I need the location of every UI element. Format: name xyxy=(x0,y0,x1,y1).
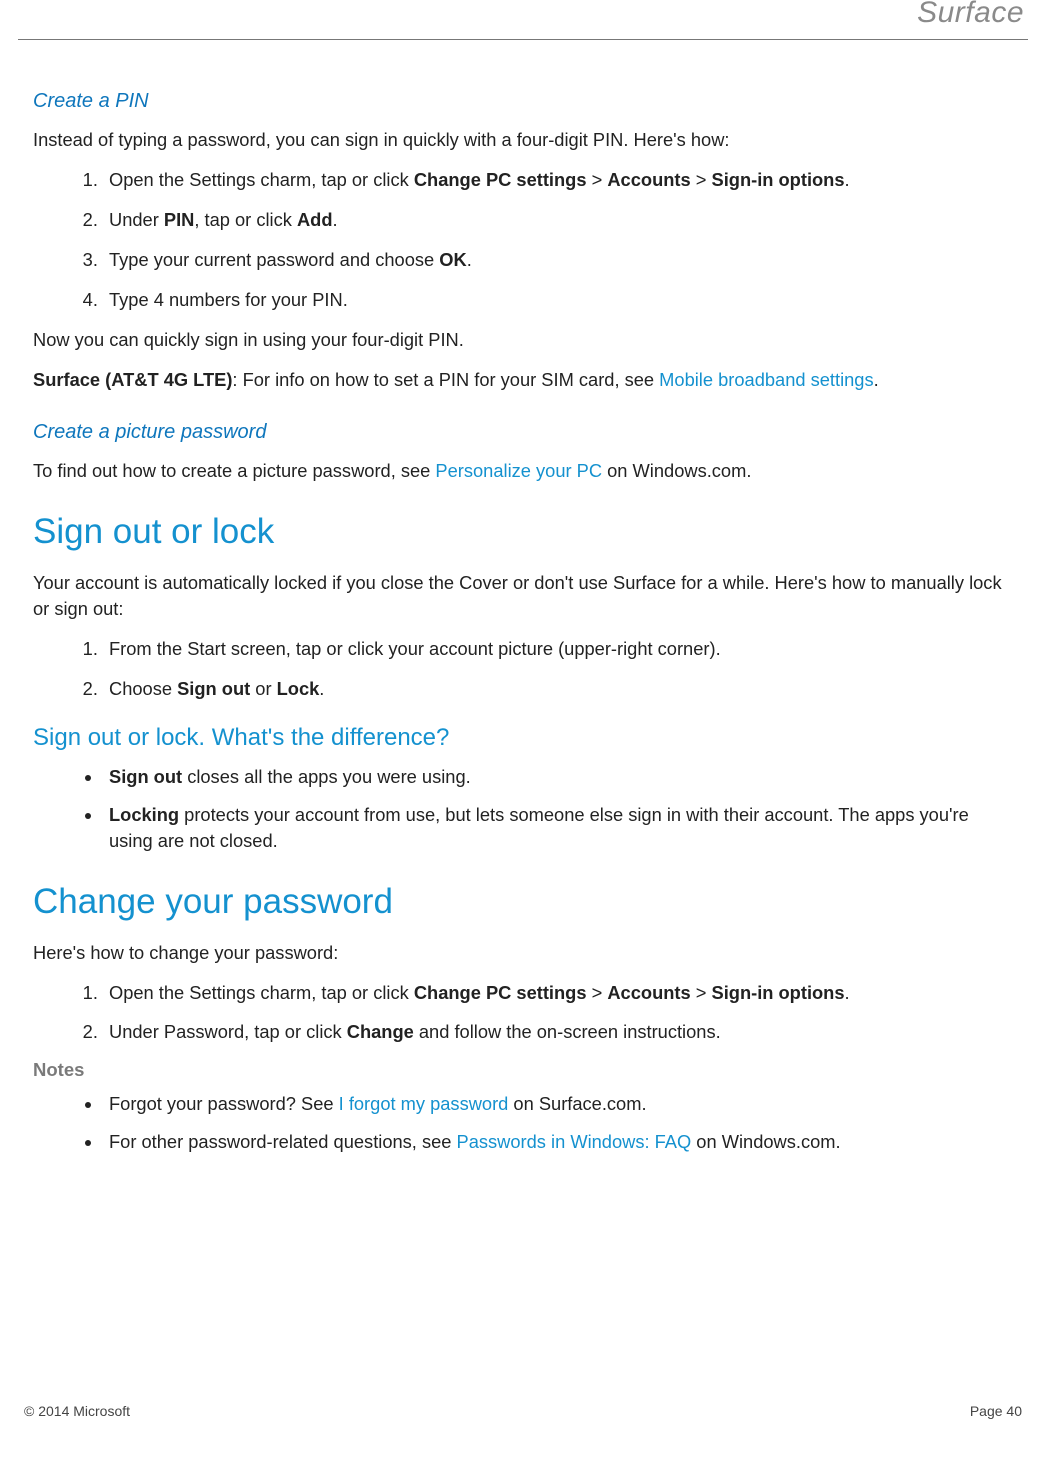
link-forgot-password[interactable]: I forgot my password xyxy=(339,1093,509,1114)
text: closes all the apps you were using. xyxy=(182,766,471,787)
bold: Accounts xyxy=(607,169,690,190)
text: or xyxy=(250,678,276,699)
text: Under Password, tap or click xyxy=(109,1021,347,1042)
page-header: Surface xyxy=(18,0,1028,40)
list-item: Type 4 numbers for your PIN. xyxy=(103,287,1013,313)
bold: Change xyxy=(347,1021,414,1042)
page-content: Create a PIN Instead of typing a passwor… xyxy=(0,40,1046,1429)
text: Open the Settings charm, tap or click xyxy=(109,169,414,190)
bold: Sign-in options xyxy=(712,169,845,190)
link-mobile-broadband[interactable]: Mobile broadband settings xyxy=(659,369,873,390)
text: on Surface.com. xyxy=(508,1093,646,1114)
signout-difference-list: Sign out closes all the apps you were us… xyxy=(33,764,1013,854)
text: > xyxy=(691,169,712,190)
heading-change-password: Change your password xyxy=(33,882,1013,922)
notes-label: Notes xyxy=(33,1059,1013,1081)
list-item: For other password-related questions, se… xyxy=(103,1129,1013,1155)
bold: Add xyxy=(297,209,333,230)
footer-copyright: © 2014 Microsoft xyxy=(24,1403,130,1419)
link-passwords-faq[interactable]: Passwords in Windows: FAQ xyxy=(457,1131,692,1152)
list-item: Choose Sign out or Lock. xyxy=(103,676,1013,702)
heading-sign-out-lock: Sign out or lock xyxy=(33,512,1013,552)
bold: PIN xyxy=(164,209,194,230)
notes-list: Forgot your password? See I forgot my pa… xyxy=(33,1091,1013,1155)
pin-steps: Open the Settings charm, tap or click Ch… xyxy=(33,167,1013,313)
bold: Change PC settings xyxy=(414,169,587,190)
text: . xyxy=(319,678,324,699)
pin-lte-note: Surface (AT&T 4G LTE): For info on how t… xyxy=(33,367,1013,393)
signout-steps: From the Start screen, tap or click your… xyxy=(33,636,1013,702)
bold: Sign-in options xyxy=(712,982,845,1003)
picture-password-text: To find out how to create a picture pass… xyxy=(33,458,1013,484)
text: : For info on how to set a PIN for your … xyxy=(232,369,659,390)
bold: Sign out xyxy=(177,678,250,699)
bold: Accounts xyxy=(607,982,690,1003)
text: Open the Settings charm, tap or click xyxy=(109,982,414,1003)
text: . xyxy=(874,369,879,390)
list-item: Locking protects your account from use, … xyxy=(103,802,1013,854)
text: > xyxy=(587,169,608,190)
footer-page-number: Page 40 xyxy=(970,1403,1022,1419)
text: , tap or click xyxy=(194,209,297,230)
text: and follow the on-screen instructions. xyxy=(414,1021,721,1042)
signout-intro: Your account is automatically locked if … xyxy=(33,570,1013,622)
change-intro: Here's how to change your password: xyxy=(33,940,1013,966)
change-steps: Open the Settings charm, tap or click Ch… xyxy=(33,980,1013,1046)
bold: Lock xyxy=(277,678,320,699)
list-item: Forgot your password? See I forgot my pa… xyxy=(103,1091,1013,1117)
list-item: Open the Settings charm, tap or click Ch… xyxy=(103,167,1013,193)
pin-after: Now you can quickly sign in using your f… xyxy=(33,327,1013,353)
text: Choose xyxy=(109,678,177,699)
bold: Locking xyxy=(109,804,179,825)
text: . xyxy=(467,249,472,270)
heading-signout-difference: Sign out or lock. What's the difference? xyxy=(33,724,1013,752)
text: For other password-related questions, se… xyxy=(109,1131,457,1152)
text: on Windows.com. xyxy=(691,1131,840,1152)
heading-create-pin: Create a PIN xyxy=(33,90,1013,113)
text: Forgot your password? See xyxy=(109,1093,339,1114)
bold: Change PC settings xyxy=(414,982,587,1003)
text: on Windows.com. xyxy=(602,460,751,481)
bold: Sign out xyxy=(109,766,182,787)
list-item: Under Password, tap or click Change and … xyxy=(103,1019,1013,1045)
text: . xyxy=(845,982,850,1003)
text: protects your account from use, but lets… xyxy=(109,804,969,851)
bold: Surface (AT&T 4G LTE) xyxy=(33,369,232,390)
text: To find out how to create a picture pass… xyxy=(33,460,435,481)
heading-picture-password: Create a picture password xyxy=(33,421,1013,444)
text: Under xyxy=(109,209,164,230)
text: . xyxy=(333,209,338,230)
pin-intro: Instead of typing a password, you can si… xyxy=(33,127,1013,153)
text: . xyxy=(845,169,850,190)
bold: OK xyxy=(439,249,466,270)
text: > xyxy=(691,982,712,1003)
list-item: Under PIN, tap or click Add. xyxy=(103,207,1013,233)
text: > xyxy=(587,982,608,1003)
text: Type your current password and choose xyxy=(109,249,439,270)
list-item: From the Start screen, tap or click your… xyxy=(103,636,1013,662)
list-item: Sign out closes all the apps you were us… xyxy=(103,764,1013,790)
page-footer: © 2014 Microsoft Page 40 xyxy=(24,1403,1022,1419)
list-item: Type your current password and choose OK… xyxy=(103,247,1013,273)
brand-logo: Surface xyxy=(917,0,1024,30)
list-item: Open the Settings charm, tap or click Ch… xyxy=(103,980,1013,1006)
link-personalize-pc[interactable]: Personalize your PC xyxy=(435,460,602,481)
